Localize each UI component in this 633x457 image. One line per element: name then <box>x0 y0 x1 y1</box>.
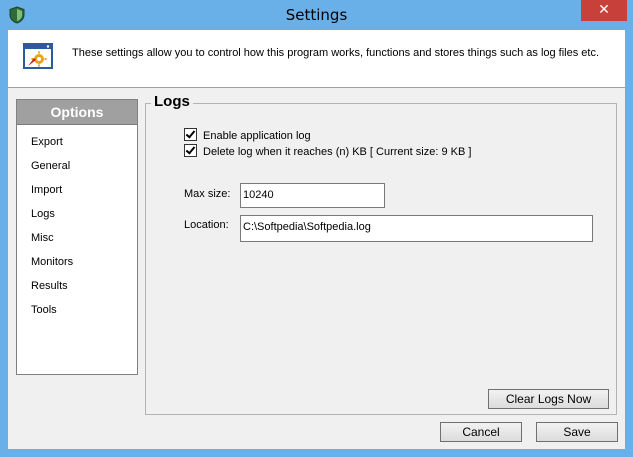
options-header: Options <box>17 100 137 125</box>
options-list: Options Export General Import Logs Misc … <box>16 99 138 375</box>
settings-window-icon <box>23 43 53 69</box>
option-general[interactable]: General <box>31 160 70 172</box>
option-monitors[interactable]: Monitors <box>31 256 73 268</box>
option-results[interactable]: Results <box>31 280 68 292</box>
enable-log-checkbox[interactable] <box>184 128 197 141</box>
cancel-button[interactable]: Cancel <box>440 422 522 442</box>
max-size-label: Max size: <box>184 188 231 200</box>
enable-log-checkbox-row[interactable]: Enable application log <box>184 128 311 142</box>
title-bar[interactable]: Settings ✕ <box>0 0 633 30</box>
info-banner: These settings allow you to control how … <box>8 30 625 88</box>
option-import[interactable]: Import <box>31 184 62 196</box>
window-title: Settings <box>285 6 348 24</box>
client-area: These settings allow you to control how … <box>8 30 625 449</box>
delete-log-checkbox-row[interactable]: Delete log when it reaches (n) KB [ Curr… <box>184 144 471 158</box>
location-label: Location: <box>184 219 229 231</box>
max-size-input[interactable]: 10240 <box>240 183 385 208</box>
option-tools[interactable]: Tools <box>31 304 57 316</box>
delete-log-checkbox[interactable] <box>184 144 197 157</box>
delete-log-label: Delete log when it reaches (n) KB [ Curr… <box>203 146 472 158</box>
clear-logs-button[interactable]: Clear Logs Now <box>488 389 609 409</box>
save-button[interactable]: Save <box>536 422 618 442</box>
logs-group-title: Logs <box>151 93 193 110</box>
option-export[interactable]: Export <box>31 136 63 148</box>
location-input[interactable]: C:\Softpedia\Softpedia.log <box>240 215 593 242</box>
option-misc[interactable]: Misc <box>31 232 54 244</box>
close-button[interactable]: ✕ <box>581 0 627 21</box>
enable-log-label: Enable application log <box>203 130 311 142</box>
settings-window: Settings ✕ These settings allow you to c… <box>0 0 633 457</box>
option-logs[interactable]: Logs <box>31 208 55 220</box>
banner-description: These settings allow you to control how … <box>72 47 600 59</box>
